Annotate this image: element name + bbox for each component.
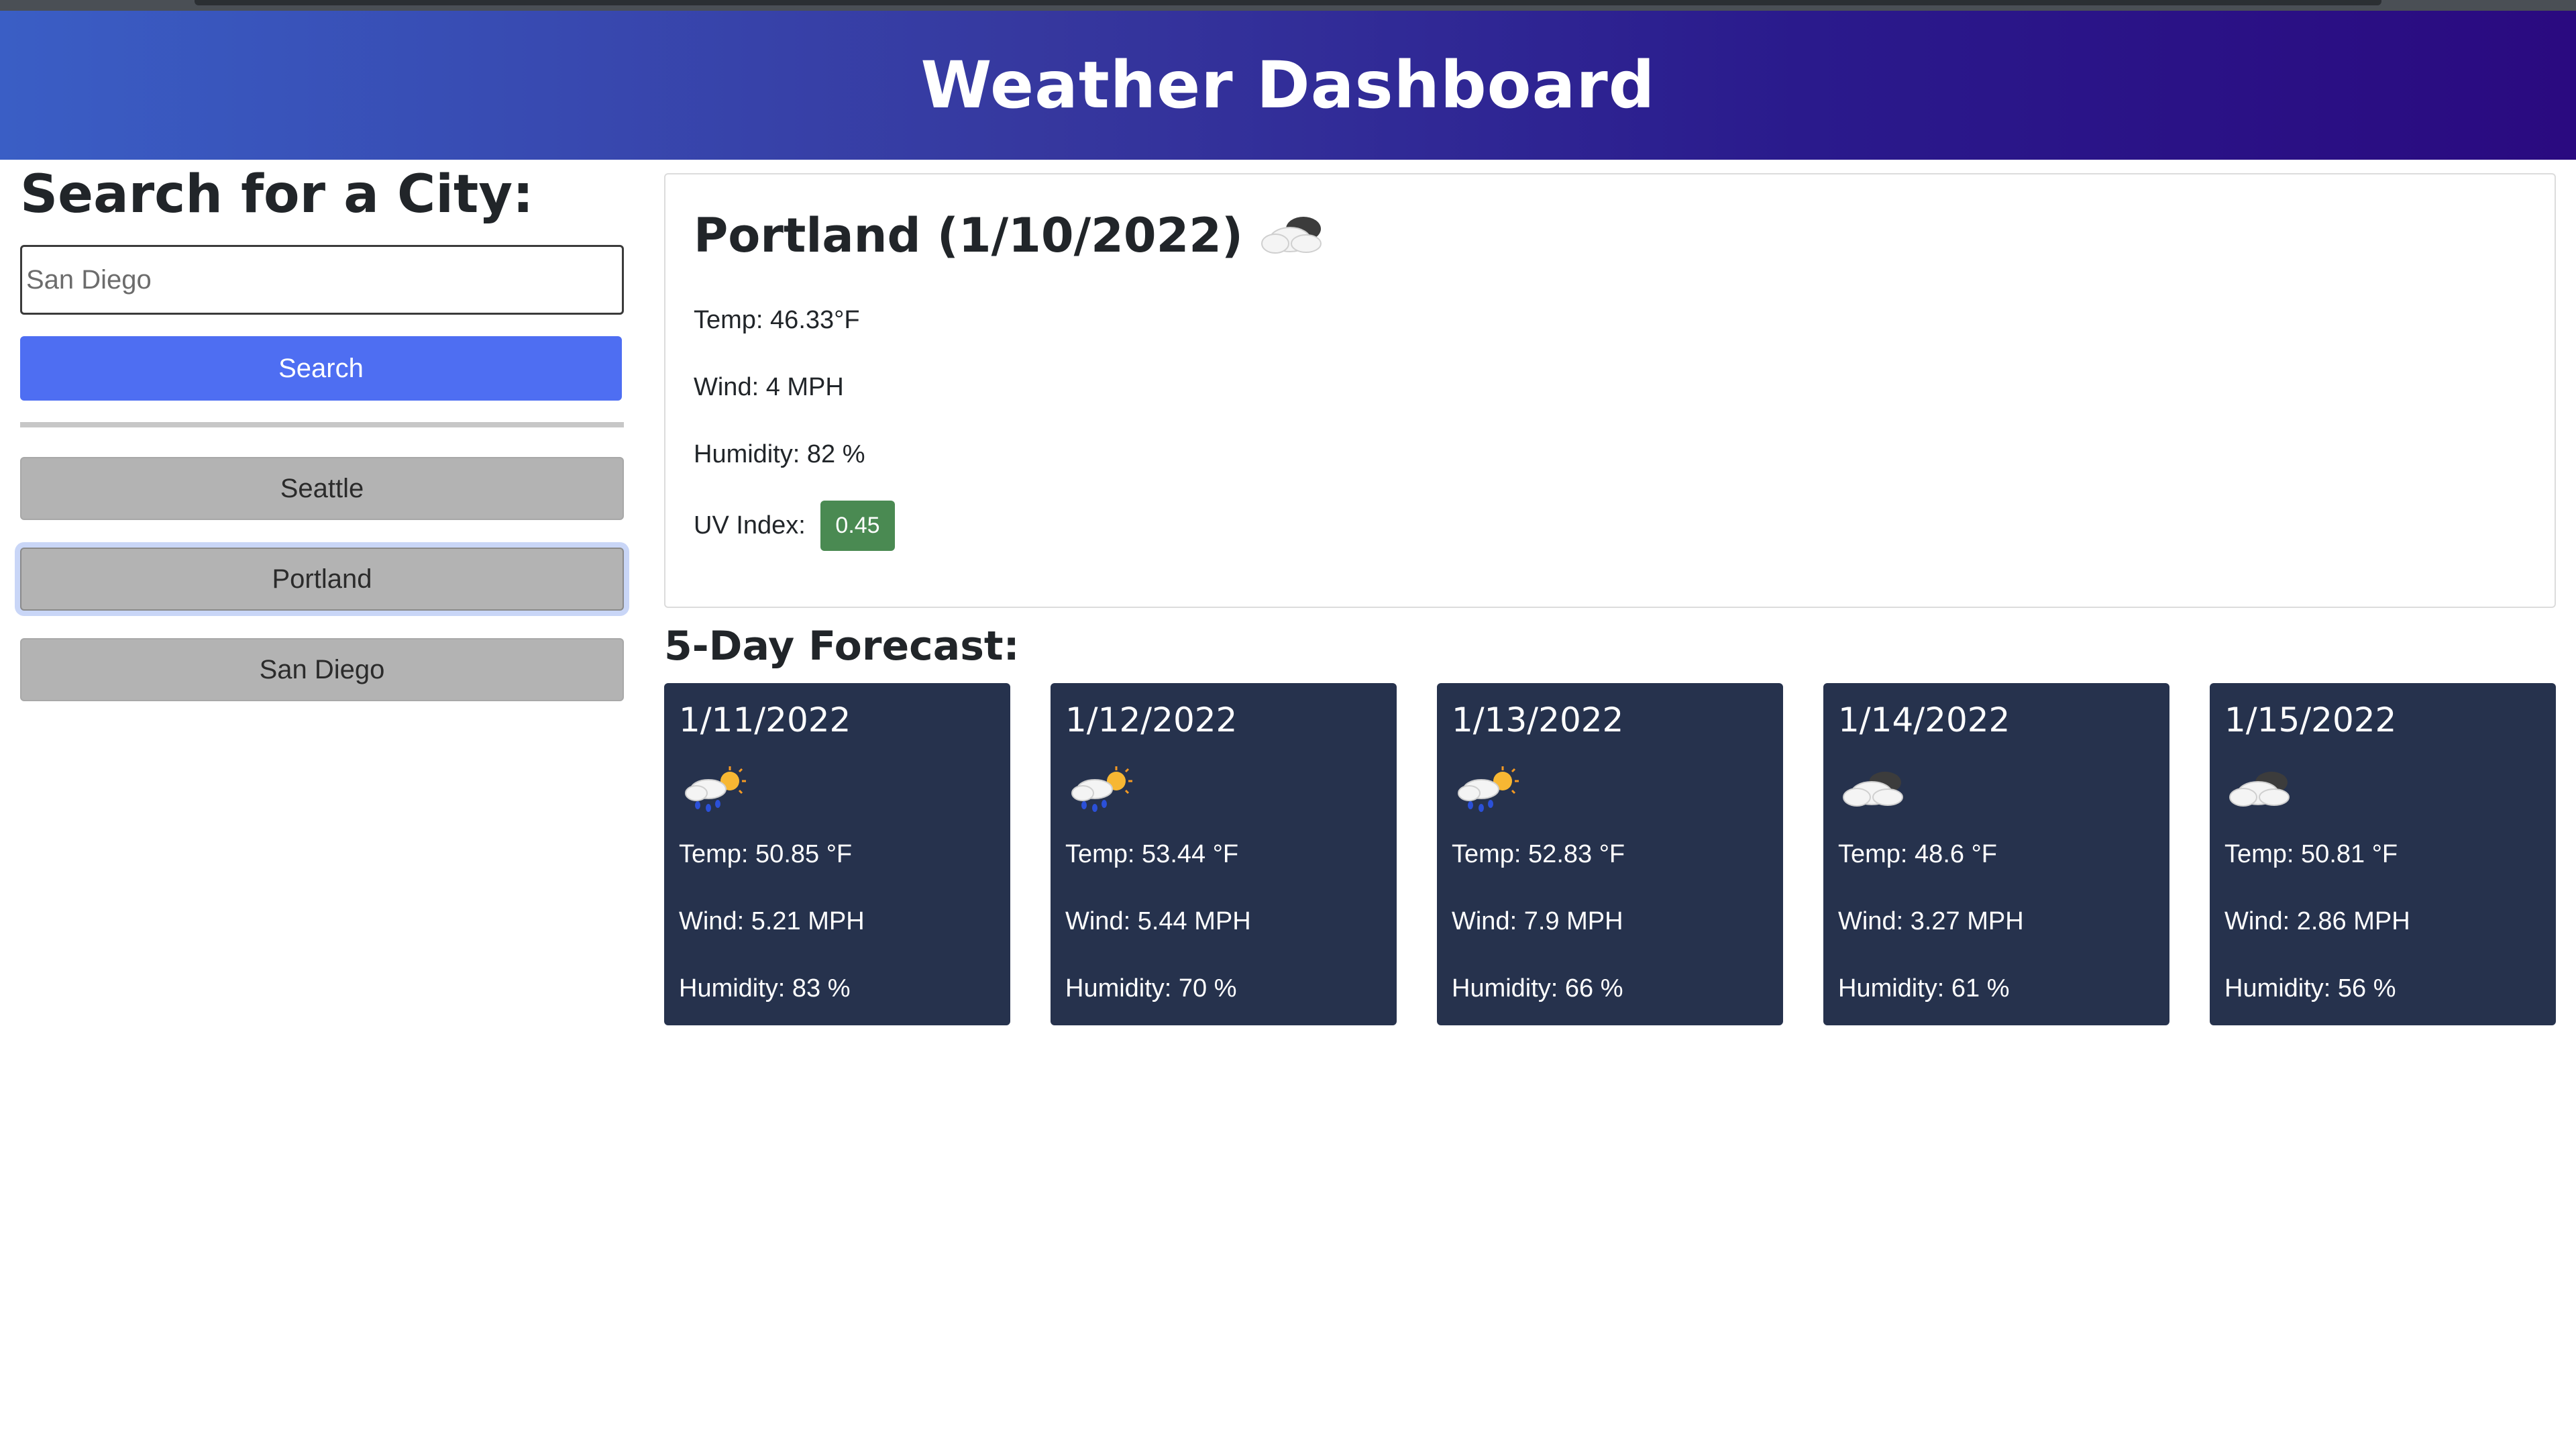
- forecast-row: 1/11/2022 Temp: 50.85 °F Wind: 5.21 MPH …: [664, 683, 2556, 1025]
- forecast-date: 1/11/2022: [679, 701, 851, 739]
- forecast-humidity: Humidity: 66 %: [1452, 974, 1623, 1003]
- app-header: Weather Dashboard: [0, 11, 2576, 160]
- history-button-san-diego[interactable]: San Diego: [20, 638, 624, 701]
- forecast-humidity: Humidity: 83 %: [679, 974, 851, 1003]
- forecast-date: 1/12/2022: [1065, 701, 1238, 739]
- cloud-icon: [1838, 762, 1912, 816]
- current-uv-index: UV Index: 0.45: [694, 501, 895, 551]
- forecast-wind: Wind: 5.21 MPH: [679, 907, 865, 935]
- history-button-seattle[interactable]: Seattle: [20, 457, 624, 520]
- current-weather-panel: Portland (1/10/2022) Temp: 46.33°F Wind:…: [664, 173, 2556, 608]
- sidebar-divider: [20, 422, 624, 427]
- rain-sun-icon: [1065, 762, 1139, 816]
- forecast-card: 1/11/2022 Temp: 50.85 °F Wind: 5.21 MPH …: [664, 683, 1010, 1025]
- current-humidity: Humidity: 82 %: [694, 440, 865, 468]
- forecast-card: 1/14/2022 Temp: 48.6 °F Wind: 3.27 MPH H…: [1823, 683, 2169, 1025]
- uv-index-badge: 0.45: [820, 501, 895, 551]
- forecast-date: 1/13/2022: [1452, 701, 1624, 739]
- current-weather-header: Portland (1/10/2022): [694, 208, 1330, 263]
- forecast-temp: Temp: 53.44 °F: [1065, 840, 1239, 868]
- rain-sun-icon: [679, 762, 753, 816]
- search-button[interactable]: Search: [20, 336, 622, 401]
- browser-top-bar: [0, 0, 2576, 11]
- search-sidebar: Search for a City: Search Seattle Portla…: [20, 164, 624, 701]
- city-search-input[interactable]: [20, 245, 624, 315]
- cloud-icon: [2224, 762, 2298, 816]
- forecast-temp: Temp: 48.6 °F: [1838, 840, 1997, 868]
- forecast-card: 1/13/2022 Temp: 52.83 °F Wind: 7.9 MPH H…: [1437, 683, 1783, 1025]
- forecast-date: 1/15/2022: [2224, 701, 2397, 739]
- forecast-date: 1/14/2022: [1838, 701, 2010, 739]
- forecast-card: 1/12/2022 Temp: 53.44 °F Wind: 5.44 MPH …: [1051, 683, 1397, 1025]
- forecast-wind: Wind: 2.86 MPH: [2224, 907, 2410, 935]
- browser-scroll-strip: [195, 0, 2381, 5]
- forecast-temp: Temp: 50.81 °F: [2224, 840, 2398, 868]
- app-title: Weather Dashboard: [920, 48, 1656, 123]
- forecast-card: 1/15/2022 Temp: 50.81 °F Wind: 2.86 MPH …: [2210, 683, 2556, 1025]
- forecast-humidity: Humidity: 61 %: [1838, 974, 2010, 1003]
- forecast-heading: 5-Day Forecast:: [664, 623, 1020, 670]
- forecast-humidity: Humidity: 70 %: [1065, 974, 1237, 1003]
- forecast-temp: Temp: 50.85 °F: [679, 840, 853, 868]
- forecast-wind: Wind: 5.44 MPH: [1065, 907, 1251, 935]
- forecast-temp: Temp: 52.83 °F: [1452, 840, 1625, 868]
- search-heading: Search for a City:: [20, 164, 534, 225]
- current-temp: Temp: 46.33°F: [694, 306, 860, 334]
- history-button-portland[interactable]: Portland: [20, 548, 624, 611]
- forecast-wind: Wind: 7.9 MPH: [1452, 907, 1623, 935]
- current-wind: Wind: 4 MPH: [694, 373, 844, 401]
- forecast-humidity: Humidity: 56 %: [2224, 974, 2396, 1003]
- cloud-icon: [1256, 209, 1330, 262]
- rain-sun-icon: [1452, 762, 1525, 816]
- forecast-wind: Wind: 3.27 MPH: [1838, 907, 2024, 935]
- current-city-date: Portland (1/10/2022): [694, 208, 1243, 263]
